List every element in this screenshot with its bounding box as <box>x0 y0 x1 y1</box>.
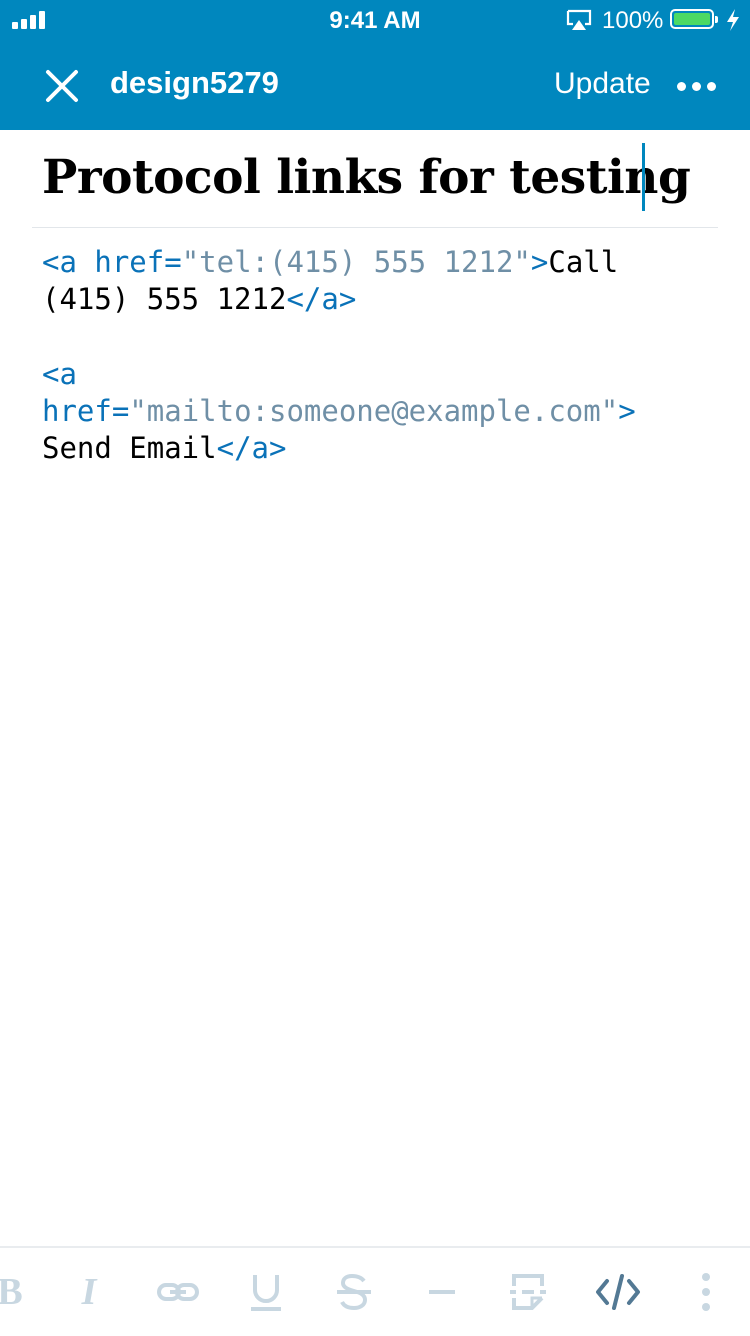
code-token-text: Call <box>548 245 619 279</box>
code-block: <a href="tel:(415) 555 1212">Call (415) 5… <box>42 244 732 318</box>
code-line: href="mailto:someone@example.com"> <box>42 393 732 430</box>
more-options-button[interactable] <box>686 1248 726 1336</box>
more-vertical-icon <box>702 1273 710 1311</box>
code-token-tag: <a href= <box>42 245 182 279</box>
update-button[interactable]: Update <box>554 67 651 101</box>
header: 9:41 AM 100% design5279 Update <box>0 0 750 130</box>
code-token-tag: </a> <box>286 282 357 316</box>
post-content-html[interactable]: <a href="tel:(415) 555 1212">Call (415) 5… <box>42 244 732 505</box>
strikethrough-button[interactable] <box>328 1248 380 1336</box>
code-line: <a <box>42 356 732 393</box>
airplay-icon <box>566 9 592 30</box>
code-line: (415) 555 1212</a> <box>42 281 732 318</box>
underline-button[interactable] <box>240 1248 292 1336</box>
underline-icon <box>251 1275 281 1311</box>
charging-icon <box>727 9 739 31</box>
battery-percent: 100% <box>602 7 664 34</box>
code-token-val: "tel:(415) 555 1212" <box>181 245 531 279</box>
code-token-text: Send Email <box>42 431 217 465</box>
read-more-icon <box>510 1274 546 1310</box>
html-mode-icon <box>596 1274 640 1310</box>
post-title[interactable]: Protocol links for testing <box>42 150 722 205</box>
code-block: <a href="mailto:someone@example.com"> Send… <box>42 356 732 467</box>
format-toolbar: B I <box>0 1246 750 1336</box>
bold-button[interactable]: B <box>0 1248 30 1336</box>
code-line: Send Email</a> <box>42 430 732 467</box>
more-icon[interactable] <box>674 70 718 100</box>
horizontal-rule-icon <box>429 1290 455 1294</box>
italic-icon: I <box>81 1271 97 1313</box>
text-cursor <box>642 143 645 211</box>
bold-icon: B <box>0 1271 23 1313</box>
code-token-tag: > <box>530 245 549 279</box>
link-icon <box>157 1283 199 1301</box>
horizontal-rule-button[interactable] <box>416 1248 468 1336</box>
close-icon[interactable] <box>40 64 84 108</box>
italic-button[interactable]: I <box>66 1248 112 1336</box>
title-divider <box>32 227 718 228</box>
status-bar: 9:41 AM 100% <box>0 0 750 40</box>
site-name: design5279 <box>110 65 279 100</box>
code-token-text: (415) 555 1212 <box>42 282 287 316</box>
code-token-tag: </a> <box>216 431 287 465</box>
code-token-tag: <a <box>42 357 77 391</box>
strikethrough-icon <box>337 1273 371 1311</box>
read-more-button[interactable] <box>502 1248 554 1336</box>
code-token-tag: href= <box>42 394 130 428</box>
html-mode-button[interactable] <box>592 1248 644 1336</box>
nav-bar: design5279 Update <box>0 40 750 130</box>
link-button[interactable] <box>152 1248 204 1336</box>
code-token-tag: > <box>618 394 636 428</box>
code-line: <a href="tel:(415) 555 1212">Call <box>42 244 732 281</box>
battery-icon <box>670 9 718 29</box>
code-token-val: "mailto:someone@example.com" <box>129 394 619 428</box>
